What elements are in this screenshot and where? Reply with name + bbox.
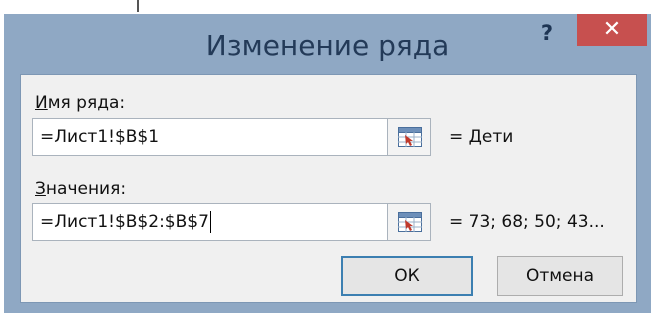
series-name-input[interactable]: =Лист1!$B$1 <box>32 118 388 156</box>
close-icon: ✕ <box>602 17 622 42</box>
help-button[interactable]: ? <box>531 18 563 48</box>
series-name-value: =Лист1!$B$1 <box>40 127 160 147</box>
series-values-value: =Лист1!$B$2:$B$7 <box>40 212 209 232</box>
series-values-label-text: начения: <box>45 179 127 199</box>
cancel-button[interactable]: Отмена <box>497 256 623 296</box>
ok-button[interactable]: ОК <box>341 256 473 296</box>
series-values-label: Значения: <box>35 179 126 199</box>
series-values-preview: = 73; 68; 50; 43... <box>449 212 605 232</box>
series-name-preview: = Дети <box>449 127 514 147</box>
close-button[interactable]: ✕ <box>577 14 647 46</box>
series-values-input[interactable]: =Лист1!$B$2:$B$7 <box>32 203 388 241</box>
title-bar[interactable]: Изменение ряда ? ✕ <box>4 14 651 74</box>
series-name-label-text: мя ряда: <box>47 93 126 113</box>
series-name-range-button[interactable] <box>387 118 431 156</box>
series-name-label-accesskey: И <box>35 93 48 113</box>
series-name-label: Имя ряда: <box>35 93 125 113</box>
dialog-body: Имя ряда: =Лист1!$B$1 = Дети Значения: = <box>20 74 637 303</box>
background-mark <box>137 0 139 12</box>
series-values-label-accesskey: З <box>35 179 46 199</box>
text-caret <box>209 211 211 233</box>
edit-series-dialog: Изменение ряда ? ✕ Имя ряда: =Лист1!$B$1 <box>4 14 651 313</box>
series-values-range-button[interactable] <box>387 203 431 241</box>
